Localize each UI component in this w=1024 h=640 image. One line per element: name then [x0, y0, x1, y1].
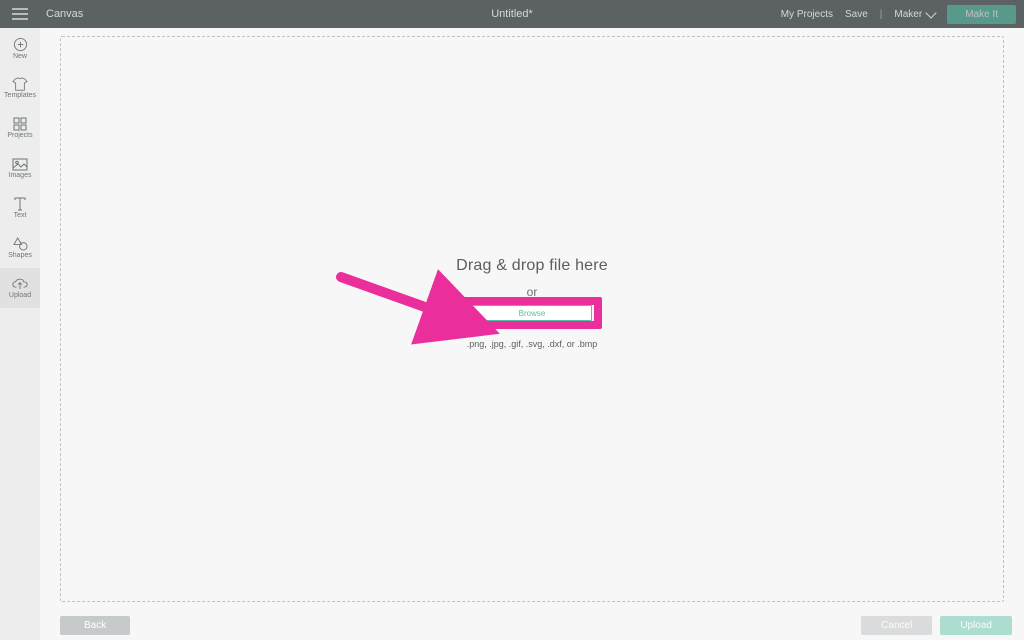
back-button[interactable]: Back	[60, 616, 130, 635]
footer-right: Cancel Upload	[861, 616, 1012, 635]
sidebar-item-projects[interactable]: Projects	[0, 108, 40, 148]
browse-button[interactable]: Browse	[472, 305, 592, 321]
machine-dropdown[interactable]: Maker	[894, 9, 935, 20]
save-link[interactable]: Save	[845, 9, 868, 20]
dropzone-heading: Drag & drop file here	[456, 257, 608, 275]
menu-button[interactable]	[0, 0, 40, 28]
text-icon	[13, 197, 27, 211]
sidebar-item-label: Shapes	[8, 252, 32, 259]
machine-label: Maker	[894, 9, 922, 20]
document-title[interactable]: Untitled*	[491, 8, 533, 20]
shapes-icon	[13, 237, 28, 251]
sidebar-item-templates[interactable]: Templates	[0, 68, 40, 108]
sidebar-item-images[interactable]: Images	[0, 148, 40, 188]
sidebar-item-label: Templates	[4, 92, 36, 99]
browse-wrapper: Browse	[472, 305, 592, 321]
make-it-button[interactable]: Make It	[947, 5, 1016, 24]
dropzone[interactable]: Drag & drop file here or Browse .png, .j…	[60, 36, 1004, 602]
sidebar-item-label: New	[13, 53, 27, 60]
upload-button[interactable]: Upload	[940, 616, 1012, 635]
header-right: My Projects Save | Maker Make It	[781, 5, 1016, 24]
app-title: Canvas	[46, 8, 83, 20]
cancel-button[interactable]: Cancel	[861, 616, 932, 635]
my-projects-link[interactable]: My Projects	[781, 9, 833, 20]
grid-icon	[13, 117, 27, 131]
sidebar-item-text[interactable]: Text	[0, 188, 40, 228]
upload-icon	[12, 278, 28, 291]
chevron-down-icon	[926, 7, 937, 18]
sidebar: New Templates Projects Images Text Shape…	[0, 28, 40, 640]
sidebar-item-label: Text	[14, 212, 27, 219]
footer-bar: Back Cancel Upload	[40, 610, 1024, 640]
sidebar-item-new[interactable]: New	[0, 28, 40, 68]
header-separator: |	[880, 9, 883, 20]
dropzone-formats: .png, .jpg, .gif, .svg, .dxf, or .bmp	[467, 339, 598, 349]
sidebar-item-label: Images	[9, 172, 32, 179]
sidebar-item-upload[interactable]: Upload	[0, 268, 40, 308]
dropzone-or: or	[527, 285, 538, 299]
upload-stage: Drag & drop file here or Browse .png, .j…	[40, 28, 1024, 610]
sidebar-item-label: Projects	[7, 132, 32, 139]
header-bar: Canvas Untitled* My Projects Save | Make…	[0, 0, 1024, 28]
sidebar-item-shapes[interactable]: Shapes	[0, 228, 40, 268]
hamburger-icon	[12, 8, 28, 20]
image-icon	[12, 158, 28, 171]
plus-circle-icon	[13, 37, 28, 52]
tshirt-icon	[12, 77, 28, 91]
sidebar-item-label: Upload	[9, 292, 31, 299]
